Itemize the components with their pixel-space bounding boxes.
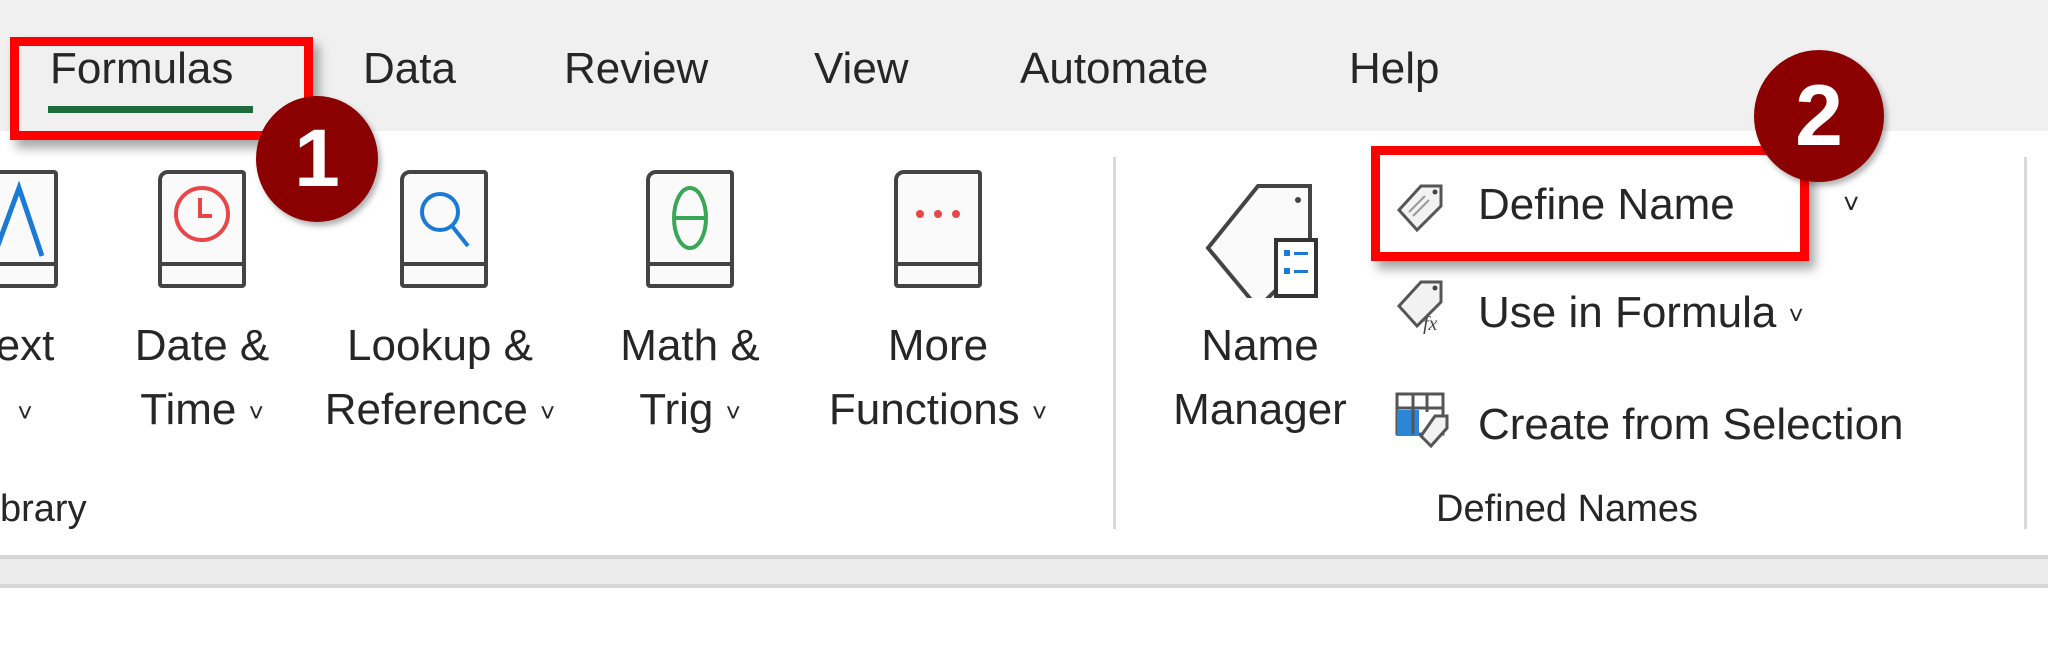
formula-bar-divider [0,555,2048,588]
tab-automate[interactable]: Automate [1020,44,1208,94]
function-library-group-label: brary [0,488,87,530]
more-label-1: More [887,321,989,370]
more-functions-button[interactable]: More Functions ˅ [829,314,1047,444]
math-label-1: Math & [620,321,760,370]
use-in-formula-icon: fx [1395,278,1445,335]
name-manager-label-1: Name [1201,321,1319,370]
date-time-icon[interactable] [158,170,246,288]
tab-help[interactable]: Help [1349,44,1440,94]
chevron-down-icon: ˅ [17,397,33,428]
date-time-label-2: Time [140,385,237,434]
name-manager-icon[interactable] [1198,178,1328,311]
define-name-dropdown-chevron-icon[interactable]: ˅ [1843,188,1859,220]
lookup-label-2: Reference [324,385,528,434]
group-separator [2024,157,2027,529]
name-manager-button[interactable]: Name Manager [1173,314,1347,442]
step-badge-2: 2 [1754,50,1884,182]
date-time-button[interactable]: Date & Time ˅ [135,314,270,444]
create-from-selection-icon [1395,392,1451,449]
svg-text:fx: fx [1423,313,1438,334]
lookup-label-1: Lookup & [347,321,533,370]
chevron-down-icon: ˅ [725,397,741,428]
chevron-down-icon: ˅ [1788,299,1804,330]
more-functions-icon[interactable] [894,170,982,288]
text-label: ext [0,321,55,370]
lookup-reference-icon[interactable] [400,170,488,288]
text-functions-button[interactable]: ext ˅ [0,314,54,444]
math-label-2: Trig [639,385,714,434]
lookup-reference-button[interactable]: Lookup & Reference ˅ [325,314,555,444]
math-trig-button[interactable]: Math & Trig ˅ [620,314,759,444]
chevron-down-icon: ˅ [1031,397,1048,428]
name-manager-label-2: Manager [1173,385,1347,434]
math-trig-icon[interactable] [646,170,734,288]
create-from-selection-button[interactable]: Create from Selection [1478,400,1904,450]
defined-names-group-label: Defined Names [1436,488,1698,530]
group-separator [1113,157,1116,529]
step-badge-1: 1 [256,96,378,222]
use-in-formula-label: Use in Formula [1478,288,1777,337]
tab-data[interactable]: Data [363,44,456,94]
date-time-label-1: Date & [134,321,270,370]
text-functions-icon[interactable] [0,170,58,288]
chevron-down-icon: ˅ [248,397,264,428]
use-in-formula-button[interactable]: Use in Formula ˅ [1478,288,1804,338]
tab-view[interactable]: View [814,44,909,94]
tab-review[interactable]: Review [564,44,708,94]
more-label-2: Functions [828,385,1020,434]
highlight-box-define-name [1371,146,1809,261]
chevron-down-icon: ˅ [540,397,556,428]
